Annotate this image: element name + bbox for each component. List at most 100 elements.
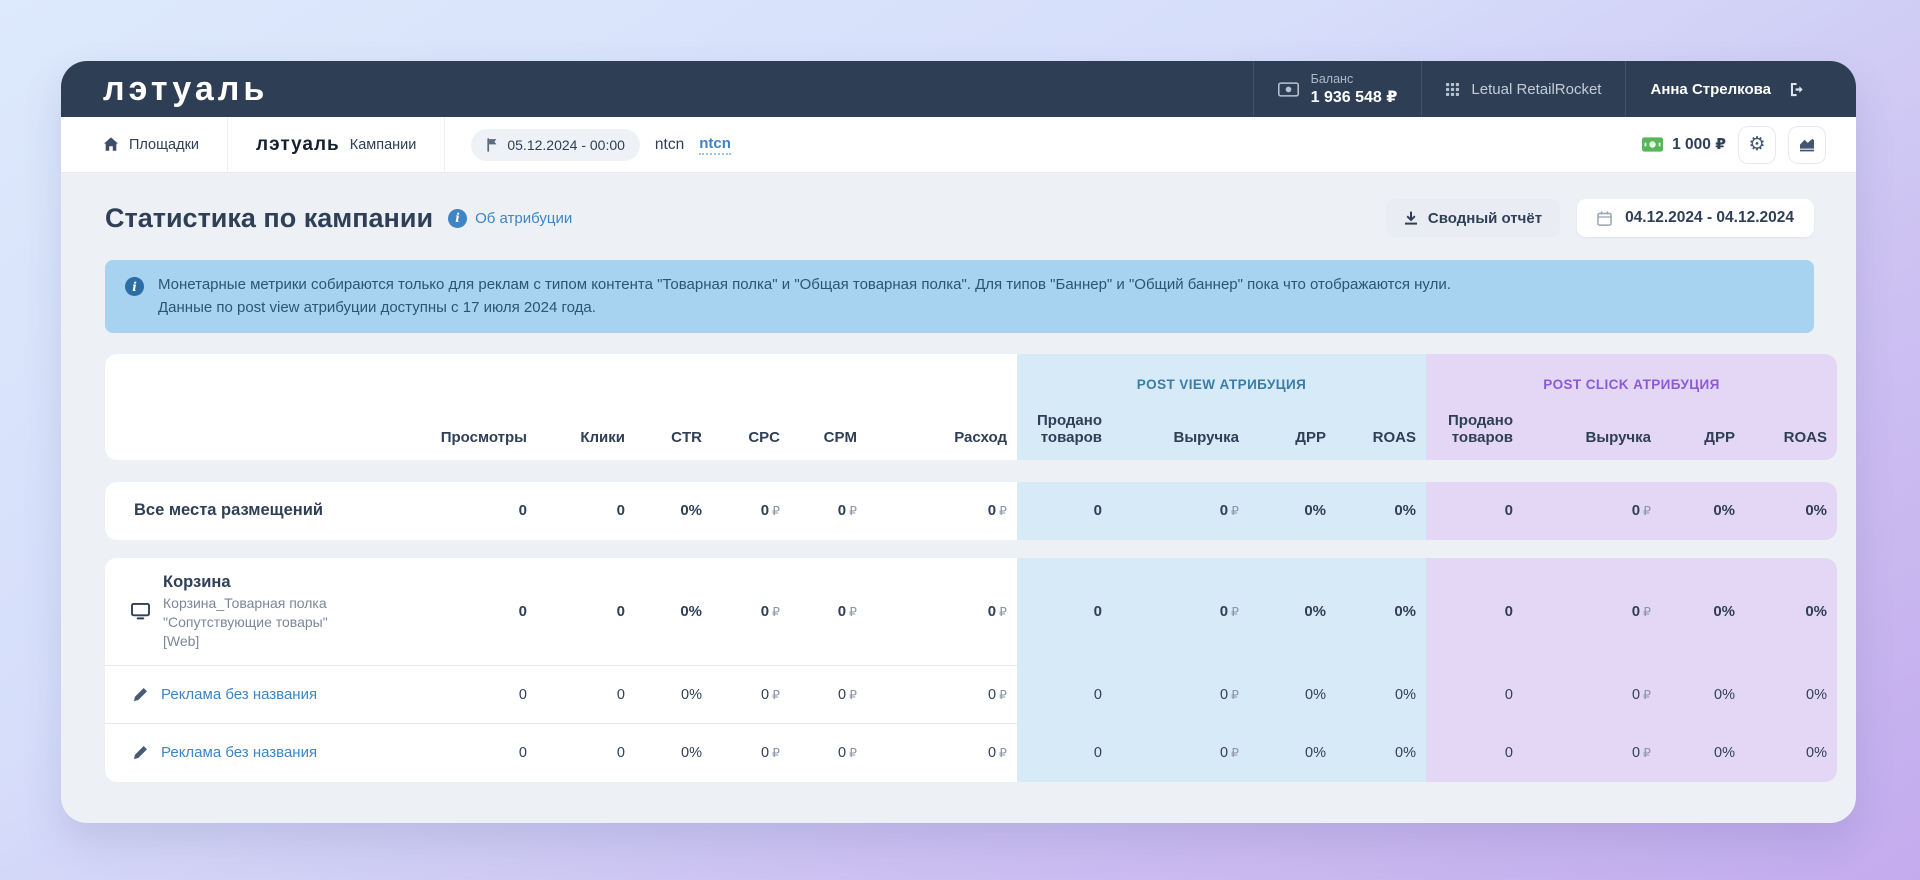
metric-value: 0₽ bbox=[1523, 666, 1661, 724]
metric-value: 0% bbox=[1249, 558, 1336, 666]
metric-value: 0% bbox=[1661, 558, 1745, 666]
ad-name-cell: Реклама без названия bbox=[105, 724, 405, 782]
user-menu[interactable]: Анна Стрелкова bbox=[1625, 61, 1830, 117]
metric-value: 0% bbox=[1336, 482, 1426, 540]
metric-value: 0₽ bbox=[1112, 724, 1249, 782]
row-title: Все места размещений bbox=[134, 501, 323, 520]
banner-line-1: Монетарные метрики собираются только для… bbox=[158, 273, 1451, 296]
balance-label: Баланс bbox=[1311, 71, 1398, 87]
metric-value: 0% bbox=[1745, 482, 1837, 540]
app-window: лэтуаль Баланс 1 936 548 ₽ Letual Retail… bbox=[61, 61, 1856, 823]
campaign-tag-link[interactable]: ntcn bbox=[699, 135, 731, 155]
metric-value: 0₽ bbox=[712, 724, 790, 782]
metric-value: 0₽ bbox=[867, 558, 1017, 666]
calendar-icon bbox=[1597, 211, 1612, 226]
summary-report-button[interactable]: Сводный отчёт bbox=[1386, 199, 1560, 237]
currency-symbol: ₽ bbox=[999, 687, 1007, 702]
metric-value: 0₽ bbox=[712, 482, 790, 540]
banknote-icon bbox=[1278, 82, 1299, 97]
currency-symbol: ₽ bbox=[849, 604, 857, 619]
settings-button[interactable]: ⚙ bbox=[1738, 126, 1776, 164]
column-header: Продано товаров bbox=[1426, 402, 1523, 460]
placement-group-card: КорзинаКорзина_Товарная полка"Сопутствую… bbox=[105, 558, 1837, 782]
metric-value: 0% bbox=[1249, 482, 1336, 540]
metric-value: 0 bbox=[1426, 482, 1523, 540]
metric-value: 0₽ bbox=[1112, 558, 1249, 666]
metric-value: 0% bbox=[1249, 724, 1336, 782]
currency-symbol: ₽ bbox=[849, 687, 857, 702]
currency-symbol: ₽ bbox=[999, 745, 1007, 760]
metric-value: 0 bbox=[1426, 558, 1523, 666]
pencil-icon[interactable] bbox=[133, 745, 148, 760]
wallet-value: 1 000 ₽ bbox=[1672, 135, 1726, 154]
metric-value: 0% bbox=[1661, 666, 1745, 724]
metric-value: 0 bbox=[405, 482, 537, 540]
info-icon: i bbox=[448, 209, 467, 228]
metric-value: 0₽ bbox=[712, 558, 790, 666]
column-header: CPM bbox=[790, 402, 867, 460]
metric-value: 0 bbox=[1017, 482, 1112, 540]
metric-value: 0₽ bbox=[790, 558, 867, 666]
pencil-icon[interactable] bbox=[133, 687, 148, 702]
balance-value: 1 936 548 ₽ bbox=[1311, 87, 1398, 107]
metric-value: 0 bbox=[537, 724, 635, 782]
metric-value: 0 bbox=[1017, 724, 1112, 782]
nav-platforms[interactable]: Площадки bbox=[61, 117, 228, 172]
column-header: Продано товаров bbox=[1017, 402, 1112, 460]
wallet-balance: 1 000 ₽ bbox=[1642, 135, 1726, 154]
launch-date-chip: 05.12.2024 - 00:00 bbox=[471, 129, 640, 161]
page-title: Статистика по кампании bbox=[105, 203, 433, 234]
currency-symbol: ₽ bbox=[1643, 503, 1651, 518]
area-chart-icon bbox=[1799, 138, 1815, 152]
about-attribution-link[interactable]: i Об атрибуции bbox=[448, 209, 572, 228]
table-row: Реклама без названия000%0₽0₽0₽00₽0%0%00₽… bbox=[105, 724, 1837, 782]
download-icon bbox=[1404, 211, 1418, 225]
currency-symbol: ₽ bbox=[1643, 604, 1651, 619]
currency-symbol: ₽ bbox=[999, 604, 1007, 619]
post-click-group-header: POST CLICK АТРИБУЦИЯ bbox=[1426, 354, 1837, 402]
metric-value: 0 bbox=[405, 724, 537, 782]
brand-logo[interactable]: лэтуаль bbox=[103, 72, 268, 106]
table-header-card: POST VIEW АТРИБУЦИЯPOST CLICK АТРИБУЦИЯП… bbox=[105, 354, 1837, 460]
metric-value: 0₽ bbox=[790, 666, 867, 724]
column-header: Просмотры bbox=[405, 402, 537, 460]
currency-symbol: ₽ bbox=[1643, 745, 1651, 760]
placement-subtitle-line: "Сопутствующие товары" bbox=[163, 613, 328, 632]
metric-value: 0% bbox=[1745, 666, 1837, 724]
ad-name-link[interactable]: Реклама без названия bbox=[161, 744, 317, 761]
currency-symbol: ₽ bbox=[1231, 687, 1239, 702]
metric-value: 0% bbox=[1249, 666, 1336, 724]
post-view-group-label: POST VIEW АТРИБУЦИЯ bbox=[1137, 377, 1306, 392]
metric-value: 0 bbox=[537, 666, 635, 724]
statistics-table: POST VIEW АТРИБУЦИЯPOST CLICK АТРИБУЦИЯП… bbox=[105, 354, 1837, 782]
metric-value: 0% bbox=[1661, 724, 1745, 782]
metric-value: 0 bbox=[405, 558, 537, 666]
placement-title: Корзина bbox=[163, 571, 328, 593]
date-range-picker[interactable]: 04.12.2024 - 04.12.2024 bbox=[1577, 199, 1814, 237]
currency-symbol: ₽ bbox=[1231, 503, 1239, 518]
placement-text: КорзинаКорзина_Товарная полка"Сопутствую… bbox=[163, 571, 328, 651]
logout-icon[interactable] bbox=[1789, 82, 1806, 97]
metric-value: 0 bbox=[1017, 666, 1112, 724]
metric-value: 0₽ bbox=[790, 724, 867, 782]
currency-symbol: ₽ bbox=[772, 503, 780, 518]
analytics-button[interactable] bbox=[1788, 126, 1826, 164]
campaign-tag: ntcn bbox=[655, 136, 684, 154]
banner-line-2: Данные по post view атрибуции доступны с… bbox=[158, 296, 1451, 319]
metric-value: 0% bbox=[1336, 558, 1426, 666]
placement-name-cell: КорзинаКорзина_Товарная полка"Сопутствую… bbox=[105, 558, 405, 666]
nav-campaigns-label: Кампании bbox=[350, 137, 417, 153]
metric-value: 0₽ bbox=[1523, 482, 1661, 540]
ad-name-link[interactable]: Реклама без названия bbox=[161, 686, 317, 703]
nav-campaigns[interactable]: лэтуаль Кампании bbox=[228, 117, 445, 172]
account-switcher[interactable]: Letual RetailRocket bbox=[1421, 61, 1625, 117]
metric-value: 0% bbox=[1336, 666, 1426, 724]
balance-block[interactable]: Баланс 1 936 548 ₽ bbox=[1253, 61, 1422, 117]
metric-value: 0₽ bbox=[867, 666, 1017, 724]
about-attribution-label: Об атрибуции bbox=[475, 210, 572, 227]
launch-date-value: 05.12.2024 - 00:00 bbox=[507, 137, 625, 153]
column-header: CTR bbox=[635, 402, 712, 460]
column-header: Расход bbox=[867, 402, 1017, 460]
flag-icon bbox=[486, 138, 498, 152]
currency-symbol: ₽ bbox=[1231, 604, 1239, 619]
